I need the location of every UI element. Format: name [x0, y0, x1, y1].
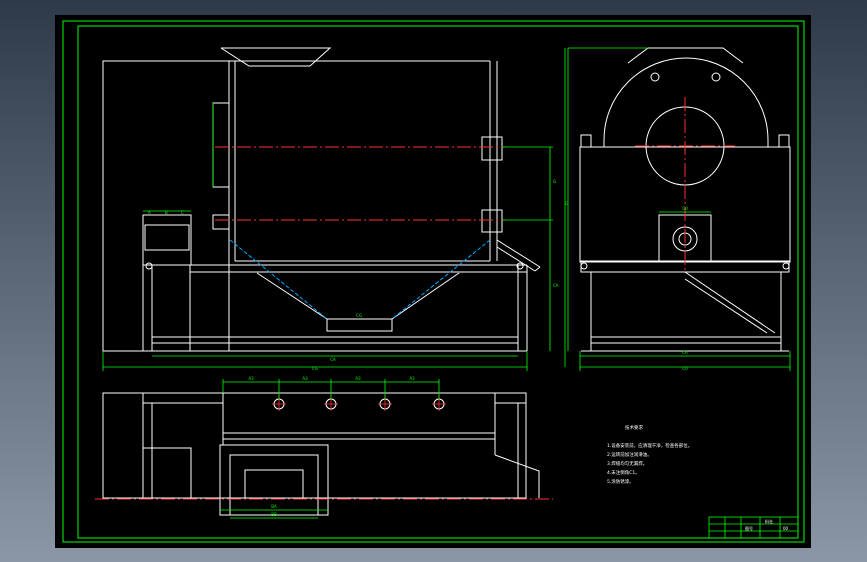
plan-hole-centers	[272, 397, 446, 411]
side-view	[579, 47, 791, 352]
cad-viewport[interactable]: CA CG G CA A B C CG CA C0 G0 G A3 A3 A3 …	[55, 15, 811, 548]
dim-vertical-1: G	[553, 179, 556, 184]
front-view	[102, 47, 541, 352]
title-block-code: 00	[783, 526, 789, 531]
outer-frame	[62, 20, 805, 543]
dim-plan-box-1: BA	[271, 504, 277, 509]
dim-hole-pitch-3: A3	[355, 376, 361, 381]
dim-side-overall: C0	[682, 366, 688, 371]
note-line-2: 2.运转前加注润滑油。	[607, 451, 652, 458]
technical-notes: 技术要求 1.设备安装前，应清理干净，检查各部位。 2.运转前加注润滑油。 3.…	[607, 424, 692, 485]
front-hidden-lines	[229, 239, 491, 320]
title-block-name: 料仓	[765, 518, 773, 524]
dim-front-overall: CG	[312, 366, 318, 371]
plan-dimensions	[220, 379, 440, 519]
note-line-4: 4.未注倒角C1。	[607, 469, 640, 476]
plan-view	[102, 392, 540, 516]
note-line-3: 3.焊缝均匀无漏焊。	[607, 460, 647, 467]
side-dimensions	[567, 47, 791, 371]
dim-left-small-2: B	[165, 210, 168, 215]
dim-side-box: G0	[682, 206, 688, 211]
front-centerlines	[215, 146, 505, 221]
dim-hole-pitch-1: A3	[248, 376, 254, 381]
dim-vertical-2: CA	[553, 283, 559, 288]
dim-side-width: CA	[682, 350, 688, 355]
side-centerlines	[635, 97, 735, 270]
note-line-1: 1.设备安装前，应清理干净，检查各部位。	[607, 442, 692, 449]
dim-front-width: CA	[330, 357, 336, 362]
note-line-5: 5.涂防锈漆。	[607, 478, 634, 485]
title-block-label: 图号	[745, 525, 753, 531]
dim-left-small-1: A	[148, 210, 151, 215]
dim-hole-pitch-2: A3	[302, 376, 308, 381]
notes-title: 技术要求	[625, 424, 643, 431]
dim-hole-pitch-4: A3	[409, 376, 415, 381]
dim-left-small-3: C	[181, 210, 184, 215]
dim-trough-bottom: CG	[356, 313, 362, 318]
dim-side-vert: G	[565, 201, 568, 206]
dim-plan-box-2: BB	[271, 512, 277, 517]
cad-drawing: CA CG G CA A B C CG CA C0 G0 G A3 A3 A3 …	[62, 20, 805, 543]
